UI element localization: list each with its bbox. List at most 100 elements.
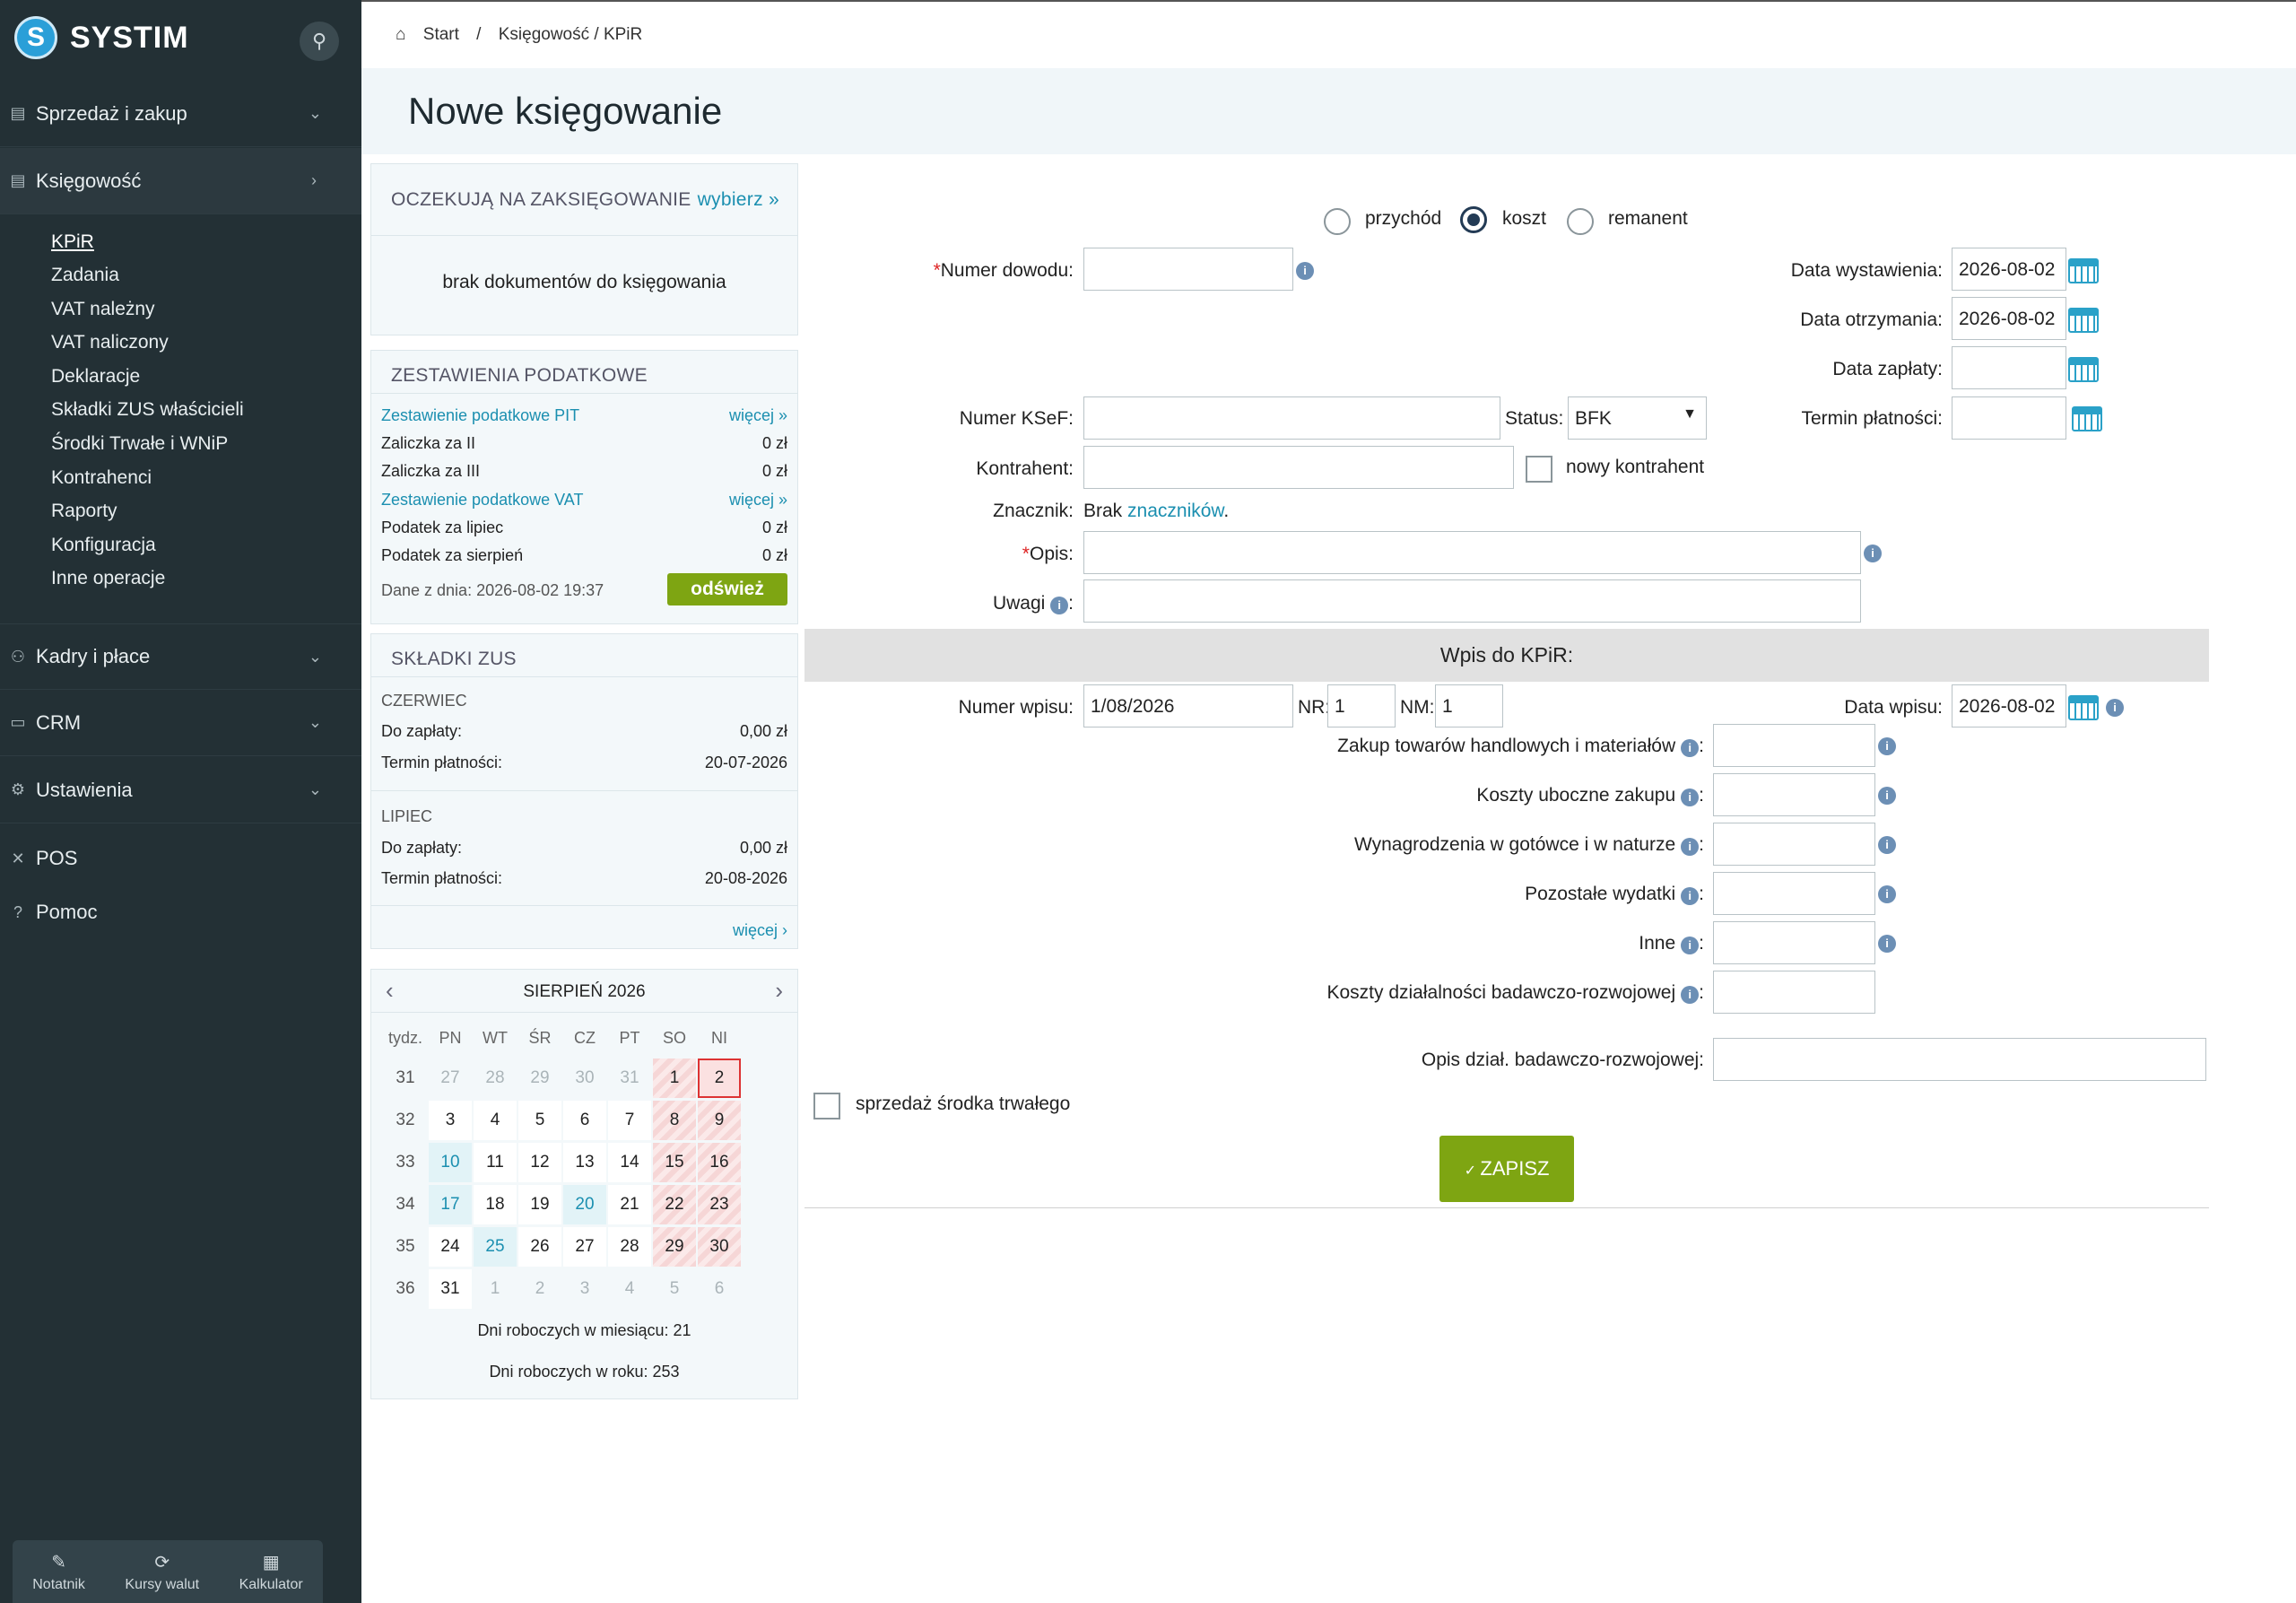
- rd-description-input[interactable]: [1713, 1038, 2206, 1081]
- calendar-day[interactable]: 28: [608, 1227, 651, 1267]
- breadcrumb-current[interactable]: Księgowość / KPiR: [499, 25, 643, 44]
- calendar-day[interactable]: 3: [429, 1101, 472, 1140]
- calendar-day[interactable]: 26: [518, 1227, 561, 1267]
- info-icon[interactable]: i: [1681, 986, 1700, 1004]
- new-contractor-checkbox[interactable]: [1526, 456, 1552, 483]
- calendar-icon[interactable]: [2068, 258, 2099, 283]
- calculator-tool[interactable]: ▦ Kalkulator: [239, 1551, 303, 1593]
- calendar-day[interactable]: 2: [518, 1269, 561, 1309]
- calendar-day[interactable]: 12: [518, 1143, 561, 1182]
- calendar-day[interactable]: 29: [518, 1059, 561, 1098]
- entry-date-input[interactable]: 2026-08-02: [1952, 684, 2066, 727]
- nav-settings[interactable]: ⚙ Ustawienia ⌄: [0, 757, 361, 823]
- calendar-day[interactable]: 15: [653, 1143, 696, 1182]
- calendar-day[interactable]: 1: [474, 1269, 517, 1309]
- radio-cost[interactable]: [1460, 206, 1487, 233]
- calendar-icon[interactable]: [2072, 406, 2102, 431]
- tags-link[interactable]: znaczników: [1127, 501, 1223, 521]
- status-select[interactable]: BFK ▼: [1568, 396, 1707, 440]
- calendar-day[interactable]: 13: [563, 1143, 606, 1182]
- calendar-day[interactable]: 29: [653, 1227, 696, 1267]
- sidebar-item-zadania[interactable]: Zadania: [51, 265, 119, 286]
- calendar-day[interactable]: 28: [474, 1059, 517, 1098]
- info-icon[interactable]: i: [1878, 737, 1896, 755]
- info-icon[interactable]: i: [1296, 262, 1314, 280]
- cost-row-input[interactable]: [1713, 872, 1875, 915]
- calendar-day[interactable]: 3: [563, 1269, 606, 1309]
- calendar-day[interactable]: 24: [429, 1227, 472, 1267]
- pin-icon[interactable]: ⚲: [300, 22, 339, 61]
- calendar-day[interactable]: 30: [698, 1227, 741, 1267]
- cost-row-input[interactable]: [1713, 724, 1875, 767]
- info-icon[interactable]: i: [1681, 937, 1700, 954]
- sidebar-item-zus[interactable]: Składki ZUS właścicieli: [51, 399, 244, 421]
- cost-row-input[interactable]: [1713, 971, 1875, 1014]
- radio-inventory[interactable]: [1567, 208, 1594, 235]
- sidebar-item-inne[interactable]: Inne operacje: [51, 568, 165, 589]
- info-icon[interactable]: i: [1681, 887, 1700, 905]
- sidebar-item-konfiguracja[interactable]: Konfiguracja: [51, 535, 156, 556]
- nav-hr[interactable]: ⚇ Kadry i płace ⌄: [0, 623, 361, 690]
- calendar-day[interactable]: 2: [698, 1059, 741, 1098]
- nav-crm[interactable]: ▭ CRM ⌄: [0, 690, 361, 756]
- next-month-icon[interactable]: ›: [775, 977, 783, 1005]
- calendar-day[interactable]: 5: [653, 1269, 696, 1309]
- sidebar-item-vat-naliczony[interactable]: VAT naliczony: [51, 332, 169, 353]
- sidebar-item-vat-nalezny[interactable]: VAT należny: [51, 299, 155, 320]
- doc-number-input[interactable]: [1083, 248, 1293, 291]
- calendar-day[interactable]: 21: [608, 1185, 651, 1224]
- vat-more-link[interactable]: więcej »: [729, 491, 787, 510]
- sidebar-item-srodki-trwale[interactable]: Środki Trwałe i WNiP: [51, 433, 228, 455]
- calendar-day[interactable]: 4: [608, 1269, 651, 1309]
- calendar-day[interactable]: 6: [698, 1269, 741, 1309]
- breadcrumb-start[interactable]: Start: [423, 25, 459, 44]
- sidebar-item-deklaracje[interactable]: Deklaracje: [51, 366, 140, 388]
- calendar-day[interactable]: 8: [653, 1101, 696, 1140]
- notepad-tool[interactable]: ✎ Notatnik: [32, 1551, 85, 1593]
- calendar-day[interactable]: 23: [698, 1185, 741, 1224]
- calendar-day[interactable]: 6: [563, 1101, 606, 1140]
- calendar-icon[interactable]: [2068, 695, 2099, 720]
- info-icon[interactable]: i: [2106, 699, 2124, 717]
- calendar-day[interactable]: 20: [563, 1185, 606, 1224]
- info-icon[interactable]: i: [1878, 885, 1896, 903]
- notes-input[interactable]: [1083, 579, 1861, 623]
- info-icon[interactable]: i: [1878, 836, 1896, 854]
- calendar-day[interactable]: 14: [608, 1143, 651, 1182]
- sidebar-item-raporty[interactable]: Raporty: [51, 501, 117, 522]
- due-date-input[interactable]: [1952, 396, 2066, 440]
- cost-row-input[interactable]: [1713, 773, 1875, 816]
- payment-date-input[interactable]: [1952, 346, 2066, 389]
- receipt-date-input[interactable]: 2026-08-02: [1952, 297, 2066, 340]
- select-link[interactable]: wybierz »: [698, 189, 779, 211]
- radio-income[interactable]: [1324, 208, 1351, 235]
- refresh-button[interactable]: odśwież: [667, 573, 787, 605]
- calendar-day[interactable]: 10: [429, 1143, 472, 1182]
- info-icon[interactable]: i: [1864, 544, 1882, 562]
- currency-tool[interactable]: ⟳ Kursy walut: [125, 1551, 199, 1593]
- calendar-day[interactable]: 30: [563, 1059, 606, 1098]
- contractor-input[interactable]: [1083, 446, 1514, 489]
- info-icon[interactable]: i: [1878, 787, 1896, 805]
- calendar-day[interactable]: 11: [474, 1143, 517, 1182]
- calendar-day[interactable]: 17: [429, 1185, 472, 1224]
- calendar-day[interactable]: 1: [653, 1059, 696, 1098]
- calendar-day[interactable]: 27: [429, 1059, 472, 1098]
- logo[interactable]: S SYSTIM: [14, 16, 189, 59]
- sidebar-item-kpir[interactable]: KPiR: [51, 231, 94, 253]
- cost-row-input[interactable]: [1713, 823, 1875, 866]
- calendar-icon[interactable]: [2068, 308, 2099, 333]
- calendar-day[interactable]: 27: [563, 1227, 606, 1267]
- info-icon[interactable]: i: [1681, 788, 1700, 806]
- sidebar-item-kontrahenci[interactable]: Kontrahenci: [51, 467, 152, 489]
- fixed-asset-sale-checkbox[interactable]: [813, 1093, 840, 1119]
- calendar-day[interactable]: 16: [698, 1143, 741, 1182]
- info-icon[interactable]: i: [1681, 739, 1700, 757]
- nav-help[interactable]: ? Pomoc: [0, 879, 361, 945]
- calendar-day[interactable]: 5: [518, 1101, 561, 1140]
- info-icon[interactable]: i: [1878, 935, 1896, 953]
- issue-date-input[interactable]: 2026-08-02: [1952, 248, 2066, 291]
- cost-row-input[interactable]: [1713, 921, 1875, 964]
- save-button[interactable]: ✓ ZAPISZ: [1439, 1136, 1574, 1202]
- nav-sales[interactable]: ▤ Sprzedaż i zakup ⌄: [0, 81, 361, 147]
